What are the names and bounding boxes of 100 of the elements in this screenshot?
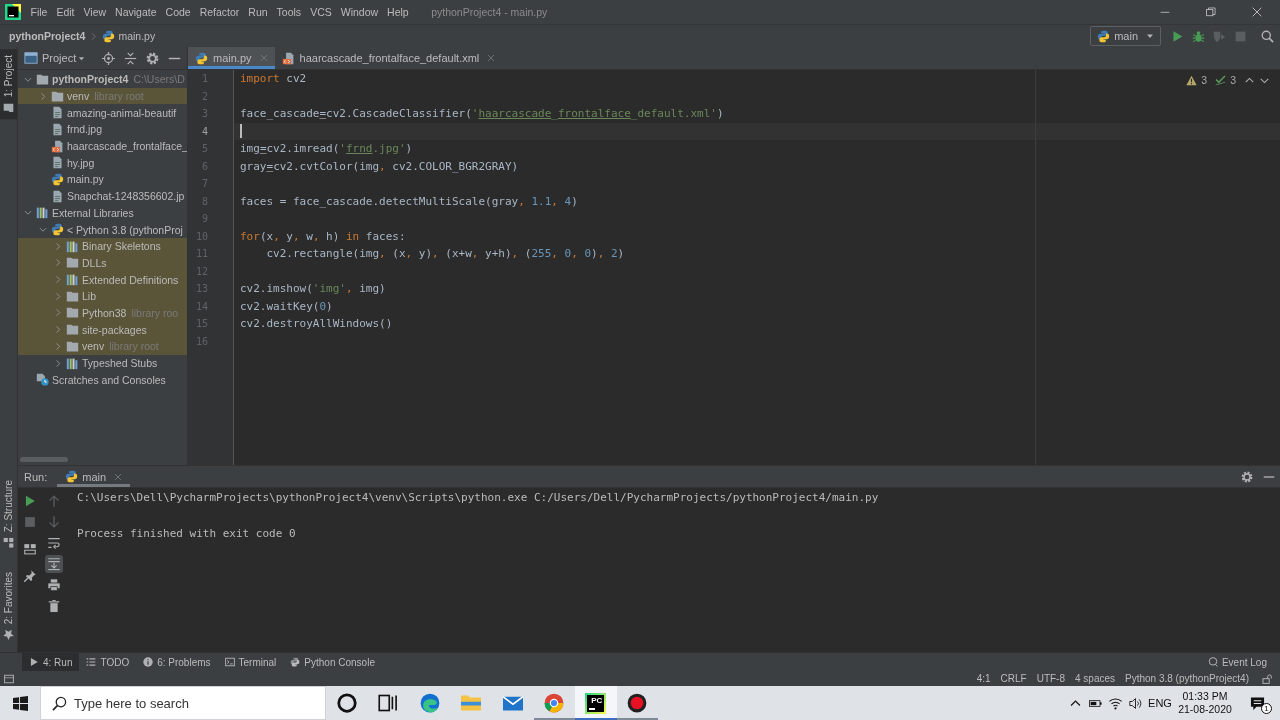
close-icon[interactable] xyxy=(487,54,496,62)
horizontal-scrollbar[interactable] xyxy=(20,457,68,462)
chevron-down-icon[interactable] xyxy=(21,208,35,218)
tree-row[interactable]: Typeshed Stubs xyxy=(18,354,187,372)
tree-hint: library roo xyxy=(131,306,179,319)
tree-label: site-packages xyxy=(82,323,147,336)
play-icon[interactable] xyxy=(1171,29,1184,43)
menu-item[interactable]: Edit xyxy=(51,4,79,20)
clock-time[interactable]: 01:33 PM xyxy=(1182,690,1228,703)
menu-item[interactable]: Tools xyxy=(272,4,306,20)
tool-window-tab[interactable]: Z: Structure xyxy=(0,473,17,554)
tree-row[interactable]: venv library root xyxy=(18,338,187,355)
library-icon xyxy=(36,206,49,220)
event-log-button[interactable]: Event Log xyxy=(1200,653,1274,671)
close-icon[interactable] xyxy=(114,472,123,481)
tree-row[interactable]: amazing-animal-beautif xyxy=(18,104,187,122)
menu-item[interactable]: File xyxy=(26,4,52,20)
taskbar-button[interactable]: PC xyxy=(575,686,617,720)
text-cursor xyxy=(240,124,242,139)
run-tab[interactable]: main xyxy=(57,466,131,487)
breadcrumb[interactable]: main.py xyxy=(102,29,156,43)
settings-icon[interactable] xyxy=(1241,470,1253,483)
status-item[interactable]: 4 spaces xyxy=(1070,673,1121,684)
python-icon xyxy=(290,657,301,667)
tree-row[interactable]: frnd.jpg xyxy=(18,121,187,138)
status-item[interactable]: 4:1 xyxy=(971,673,996,684)
status-item[interactable]: CRLF xyxy=(995,673,1032,684)
code-file-icon xyxy=(281,51,295,65)
menu-item[interactable]: Run xyxy=(243,4,273,20)
menu-item[interactable]: VCS xyxy=(305,4,337,20)
status-item[interactable]: UTF-8 xyxy=(1031,673,1070,684)
menu-item[interactable]: Code xyxy=(161,4,196,20)
search-icon[interactable] xyxy=(1261,29,1274,43)
status-item[interactable]: Python 3.8 (pythonProject4) xyxy=(1120,673,1254,684)
project-view-dropdown[interactable]: Project xyxy=(24,51,86,65)
tool-window-tab[interactable]: 2: Favorites xyxy=(0,565,17,646)
tree-row[interactable]: site-packages xyxy=(18,321,187,338)
windows-icon xyxy=(12,695,28,711)
chevron-down-icon[interactable] xyxy=(36,225,50,235)
tree-row[interactable]: Snapchat-1248356602.jp xyxy=(18,187,187,205)
tree-row[interactable]: < Python 3.8 (pythonProj xyxy=(18,221,187,238)
clock-date[interactable]: 21-08-2020 xyxy=(1178,703,1232,716)
code-line: faces = face_cascade.detectMultiScale(gray, 1.1, 4) xyxy=(240,193,578,209)
console-line: C:\Users\Dell\PycharmProjects\pythonProject4\venv\Scripts\python.exe C:/Users/Dell/PycharmProjects/pythonProject4/main.py xyxy=(77,490,879,506)
wifi-icon[interactable] xyxy=(1108,696,1122,710)
breadcrumb[interactable]: pythonProject4 xyxy=(9,30,86,42)
search-icon xyxy=(52,695,67,711)
search-field[interactable]: Type here to search xyxy=(40,686,326,720)
printer-icon[interactable] xyxy=(45,576,63,594)
tree-row[interactable]: pythonProject4 C:\Users\D xyxy=(18,71,187,88)
volume-icon[interactable] xyxy=(1128,696,1142,710)
editor-tab[interactable]: main.py xyxy=(188,47,275,69)
tool-window-button[interactable]: 4: Run xyxy=(22,653,80,671)
tool-window-button[interactable]: 6: Problems xyxy=(136,653,218,671)
panel-icon[interactable] xyxy=(4,673,14,684)
bug-icon[interactable] xyxy=(1192,29,1205,43)
tree-row[interactable]: venv library root xyxy=(18,87,187,105)
run-config-dropdown[interactable]: main xyxy=(1090,26,1161,46)
crosshair-icon[interactable] xyxy=(102,51,115,65)
notification-icon[interactable] xyxy=(1250,695,1265,711)
menu-item[interactable]: Refactor xyxy=(195,4,244,20)
collapse-icon[interactable] xyxy=(124,51,137,65)
menu-item[interactable]: Navigate xyxy=(110,4,162,20)
tree-row[interactable]: External Libraries xyxy=(18,204,187,222)
code-line: face_cascade=cv2.CascadeClassifier('haarcascade_frontalface_default.xml') xyxy=(240,106,724,122)
close-icon[interactable] xyxy=(259,54,268,62)
scroll-to-end-icon[interactable] xyxy=(45,555,63,573)
menu-item[interactable]: View xyxy=(79,4,111,20)
tree-label: Binary Skeletons xyxy=(82,240,161,253)
language-indicator[interactable]: ENG xyxy=(1145,697,1175,709)
tree-label: venv xyxy=(67,90,90,103)
tree-row[interactable]: hy.jpg xyxy=(18,154,187,172)
play-icon xyxy=(29,657,39,667)
star-icon xyxy=(3,629,14,640)
tool-window-button[interactable]: Terminal xyxy=(217,653,284,671)
library-icon xyxy=(66,239,79,253)
circle-icon xyxy=(336,693,357,713)
menu-item[interactable]: Window xyxy=(336,4,383,20)
tree-row[interactable]: Scratches and Consoles xyxy=(18,371,187,389)
close-icon xyxy=(1252,7,1262,17)
tree-label: Typeshed Stubs xyxy=(82,357,158,370)
menu-item[interactable]: Help xyxy=(382,4,414,20)
tree-label: External Libraries xyxy=(52,206,134,219)
python-icon xyxy=(1097,29,1111,43)
tool-window-button[interactable]: Python Console xyxy=(283,653,382,671)
info-icon xyxy=(143,657,154,667)
tool-window-button[interactable]: TODO xyxy=(79,653,137,671)
tree-row[interactable]: main.py xyxy=(18,171,187,188)
tree-label: DLLs xyxy=(82,256,107,269)
folder-icon xyxy=(66,256,79,270)
tree-row[interactable]: Extended Definitions xyxy=(18,271,187,288)
typo-count: 3 xyxy=(1230,74,1236,86)
tree-row[interactable]: Binary Skeletons xyxy=(18,237,187,255)
editor-tab[interactable]: haarcascade_frontalface_default.xml xyxy=(274,47,503,69)
tree-label: frnd.jpg xyxy=(67,123,103,136)
settings-icon[interactable] xyxy=(146,51,159,65)
tool-window-tab[interactable]: 1: Project xyxy=(0,49,17,120)
unlocked-padlock-icon[interactable] xyxy=(1262,673,1272,684)
window-title: pythonProject4 - main.py xyxy=(431,6,548,18)
tree-label: venv xyxy=(82,340,105,353)
